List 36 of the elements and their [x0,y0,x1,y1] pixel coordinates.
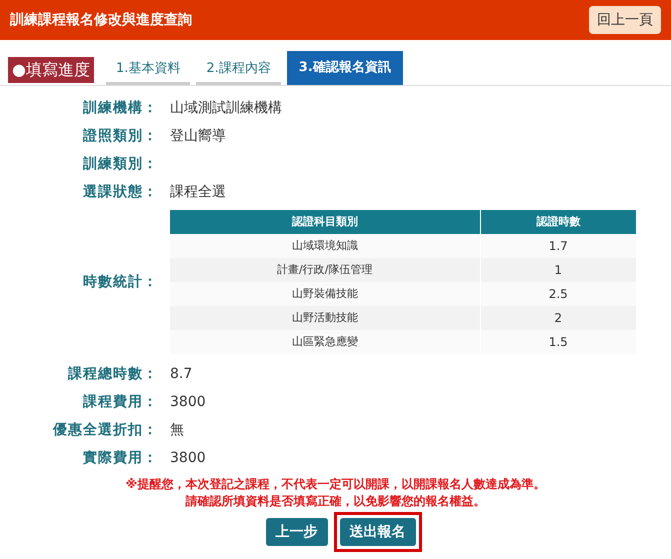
column-header: 認證時數 [480,210,636,234]
back-button[interactable]: 回上一頁 [589,6,661,34]
field-label: 時數統計： [82,272,159,292]
table-cell: 2 [480,306,636,330]
field-value: 3800 [170,392,206,412]
page-title: 訓練課程報名修改與進度查詢 [10,10,192,30]
field-value: 課程全選 [170,182,226,202]
table-cell: 山野活動技能 [170,306,480,330]
table-cell: 計畫/行政/隊伍管理 [170,258,480,282]
field-value: 無 [170,420,184,440]
table-cell: 2.5 [480,282,636,306]
column-header: 認證科目類別 [170,210,480,234]
action-button[interactable]: 送出報名 [340,518,416,546]
field-label: 證照類別： [82,126,159,146]
field-label: 實際費用： [82,448,159,468]
step-tab[interactable]: 3.確認報名資訊 [286,51,403,85]
field-value: 山域測試訓練機構 [170,98,282,118]
field-value: 登山嚮導 [170,126,226,146]
table-cell: 1.7 [480,234,636,258]
table-cell: 山域環境知識 [170,234,480,258]
table-cell: 山野裝備技能 [170,282,480,306]
action-button[interactable]: 上一步 [266,518,328,546]
field-label: 課程費用： [82,392,159,412]
table-cell: 1.5 [480,330,636,354]
notice-text: ※提醒您，本次登記之課程，不代表一定可以開課，以開課報名人數達成為準。 [126,476,546,493]
field-label: 訓練機構： [82,98,159,118]
table-cell: 山區緊急應變 [170,330,480,354]
notice-text: 請確認所填資料是否填寫正確，以免影響您的報名權益。 [186,493,486,510]
field-label: 優惠全選折扣： [52,420,159,440]
progress-label: ●填寫進度 [8,57,94,83]
field-label: 選課狀態： [82,182,159,202]
table-cell: 1 [480,258,636,282]
field-label: 課程總時數： [66,364,159,384]
field-value: 8.7 [170,364,192,384]
field-value: 3800 [170,448,206,468]
field-label: 訓練類別： [82,154,159,174]
